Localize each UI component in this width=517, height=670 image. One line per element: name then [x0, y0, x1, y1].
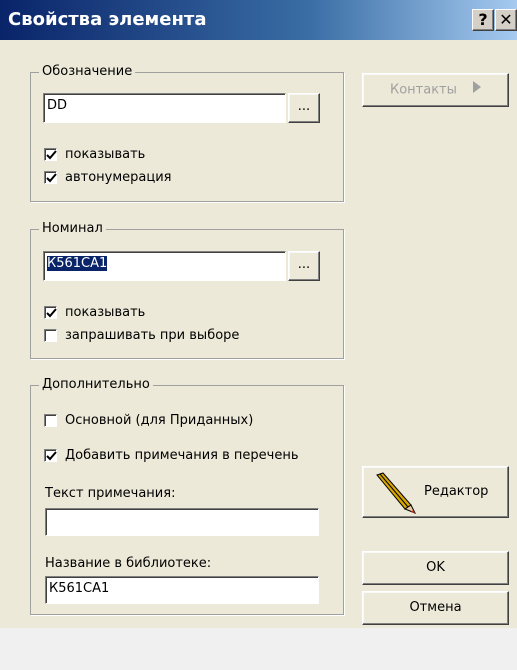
nominal-selected-text: К561СА1 — [47, 256, 108, 271]
ok-button[interactable]: OK — [362, 551, 509, 585]
editor-button[interactable]: Редактор — [362, 466, 509, 518]
designation-legend: Обозначение — [39, 64, 136, 79]
pencil-icon — [371, 471, 419, 519]
checkbox-icon — [44, 449, 57, 462]
title-bar[interactable]: Свойства элемента ? ✕ — [0, 0, 517, 40]
window-title: Свойства элемента — [8, 9, 207, 30]
nominal-show-label: показывать — [65, 305, 146, 320]
close-button[interactable]: ✕ — [495, 9, 517, 31]
checkbox-icon — [44, 329, 57, 342]
nominal-show-checkbox[interactable]: показывать — [44, 305, 145, 320]
cancel-button[interactable]: Отмена — [362, 591, 509, 625]
designation-autonumber-checkbox[interactable]: автонумерация — [44, 170, 172, 185]
triangle-right-icon — [473, 74, 482, 106]
checkbox-icon — [44, 148, 57, 161]
extra-add-notes-label: Добавить примечания в перечень — [65, 448, 299, 463]
contacts-button[interactable]: Контакты — [362, 73, 509, 107]
checkbox-icon — [44, 306, 57, 319]
extra-add-notes-checkbox[interactable]: Добавить примечания в перечень — [44, 448, 299, 463]
nominal-ask-checkbox[interactable]: запрашивать при выборе — [44, 328, 239, 343]
background-strip — [0, 628, 517, 670]
nominal-ask-label: запрашивать при выборе — [65, 328, 240, 343]
nominal-browse-button[interactable]: ... — [288, 251, 320, 281]
designation-browse-button[interactable]: ... — [288, 93, 320, 123]
help-button[interactable]: ? — [472, 9, 494, 31]
nominal-legend: Номинал — [39, 221, 106, 236]
extra-legend: Дополнительно — [39, 377, 153, 392]
note-text-label: Текст примечания: — [45, 486, 176, 501]
element-properties-dialog: Свойства элемента ? ✕ Обозначение DD ...… — [0, 0, 517, 628]
nominal-input[interactable]: К561СА1 — [43, 251, 286, 281]
note-text-input[interactable] — [45, 508, 319, 536]
designation-input[interactable]: DD — [43, 93, 286, 123]
contacts-button-label: Контакты — [389, 82, 457, 98]
extra-main-label: Основной (для Приданных) — [65, 413, 254, 428]
library-name-label: Название в библиотеке: — [45, 556, 212, 571]
designation-show-checkbox[interactable]: показывать — [44, 147, 145, 162]
extra-main-checkbox[interactable]: Основной (для Приданных) — [44, 413, 253, 428]
library-name-input[interactable]: К561СА1 — [45, 576, 319, 604]
editor-button-label: Редактор — [424, 484, 489, 499]
designation-autonumber-label: автонумерация — [65, 170, 172, 185]
checkbox-icon — [44, 171, 57, 184]
designation-show-label: показывать — [65, 147, 146, 162]
checkbox-icon — [44, 414, 57, 427]
